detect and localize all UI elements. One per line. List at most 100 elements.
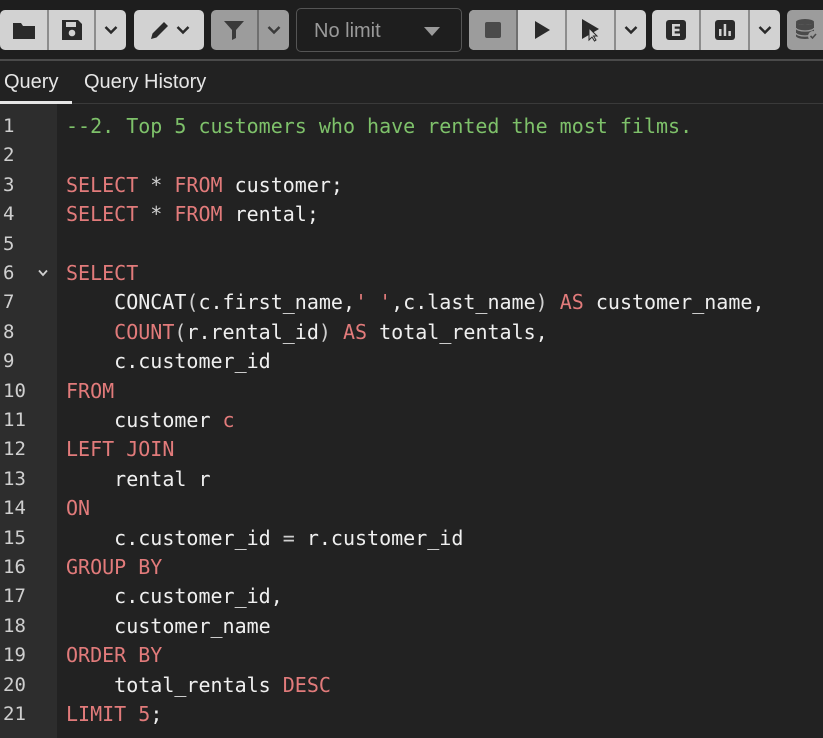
sql-token: ; <box>150 702 163 726</box>
sql-keyword: ORDER BY <box>66 643 163 668</box>
filter-button[interactable] <box>211 10 259 50</box>
line-number: 13 <box>3 467 26 490</box>
chevron-down-icon <box>104 26 118 35</box>
sql-token: ( <box>186 290 199 315</box>
line-number: 3 <box>3 173 15 196</box>
sql-token: customer_name <box>66 613 271 638</box>
sql-token: ) <box>535 290 548 315</box>
sql-keyword: SELECT <box>66 202 139 227</box>
sql-token: CONCAT <box>66 290 187 315</box>
line-number: 19 <box>3 644 26 667</box>
code-line: LIMIT 5; <box>66 700 162 729</box>
sql-token: customer_name, <box>583 290 765 315</box>
sql-token: ,c.last_name <box>391 290 536 315</box>
sql-token: ) <box>318 319 331 344</box>
sql-keyword: COUNT <box>114 319 175 344</box>
sql-token: * <box>138 172 175 197</box>
line-number: 2 <box>3 144 15 167</box>
explain-icon <box>665 20 686 40</box>
code-line: FROM <box>66 377 114 406</box>
sql-keyword: FROM <box>66 378 115 403</box>
line-number: 7 <box>3 291 15 314</box>
explain-analyze-button[interactable] <box>701 10 750 50</box>
row-limit-select[interactable]: No limit <box>296 8 462 52</box>
code-line: rental r <box>66 465 210 494</box>
line-number: 20 <box>3 673 26 696</box>
play-icon <box>534 21 550 39</box>
line-number: 10 <box>3 379 26 402</box>
stop-icon <box>484 22 501 38</box>
tab-query-history[interactable]: Query History <box>84 69 206 103</box>
code-line: ON <box>66 494 90 523</box>
code-line: SELECT * FROM customer; <box>66 171 343 200</box>
save-button[interactable] <box>49 10 96 50</box>
sql-token: = <box>282 525 295 550</box>
line-number: 6 <box>3 262 15 284</box>
file-button-group <box>0 10 126 50</box>
code-line: --2. Top 5 customers who have rented the… <box>66 112 692 141</box>
sql-token: rental; <box>222 202 319 227</box>
explain-button[interactable] <box>652 10 701 50</box>
caret-down-icon <box>424 27 440 36</box>
line-number: 16 <box>3 556 26 578</box>
toolbar: No limit <box>0 0 823 60</box>
line-number: 18 <box>3 614 26 637</box>
line-number: 17 <box>3 585 26 608</box>
filter-button-group <box>211 10 289 50</box>
sql-token: total_rentals <box>66 672 283 697</box>
execute-button[interactable] <box>518 10 567 50</box>
code-line: customer c <box>66 406 235 435</box>
line-number: 14 <box>3 497 26 520</box>
tab-query[interactable]: Query <box>4 69 58 103</box>
explain-button-group <box>652 10 780 50</box>
open-file-button[interactable] <box>0 10 49 50</box>
edit-menu-button[interactable] <box>134 10 204 50</box>
fold-chevron-icon[interactable] <box>38 269 48 277</box>
execute-button-group <box>469 10 646 50</box>
code-line: c.customer_id = r.customer_id <box>66 524 463 553</box>
code-line: c.customer_id, <box>66 582 283 611</box>
folder-icon <box>12 23 35 39</box>
sql-keyword: LEFT JOIN <box>66 437 175 462</box>
filter-options-dropdown[interactable] <box>259 10 289 50</box>
sql-keyword: LIMIT <box>66 702 127 726</box>
query-tabs: Query Query History <box>0 61 823 104</box>
code-line: customer_name <box>66 612 271 641</box>
line-number: 4 <box>3 203 15 226</box>
sql-token: * <box>138 202 175 227</box>
chevron-down-icon <box>176 26 190 35</box>
execute-script-button[interactable] <box>567 10 616 50</box>
code-line: SELECT <box>66 259 138 288</box>
commit-button-group <box>787 10 823 50</box>
filter-icon <box>224 21 244 40</box>
line-number: 11 <box>3 409 26 431</box>
code-line: ORDER BY <box>66 641 162 670</box>
sql-token: total_rentals, <box>367 319 548 344</box>
sql-token: customer <box>66 408 223 432</box>
sql-string: ' ' <box>355 290 392 315</box>
sql-number: 5 <box>138 702 151 726</box>
sql-token: c.customer_id <box>66 525 283 550</box>
save-icon <box>61 20 82 40</box>
sql-keyword: SELECT <box>66 172 139 197</box>
code-line: SELECT * FROM rental; <box>66 200 319 229</box>
sql-keyword: FROM <box>174 172 223 197</box>
sql-token: r.rental_id <box>186 319 319 344</box>
explain-options-dropdown[interactable] <box>750 10 780 50</box>
stop-button[interactable] <box>469 10 518 50</box>
commit-button[interactable] <box>787 10 823 50</box>
sql-token: c.customer_id, <box>66 584 283 609</box>
code-line: total_rentals DESC <box>66 671 331 700</box>
line-number: 5 <box>3 232 15 255</box>
row-limit-value: No limit <box>314 20 381 42</box>
sql-keyword: AS <box>559 290 584 315</box>
execute-options-dropdown[interactable] <box>616 10 646 50</box>
sql-keyword: ON <box>66 496 91 521</box>
sql-keyword: c <box>222 408 235 432</box>
sql-token: customer; <box>222 172 343 197</box>
sql-token: ( <box>174 319 187 344</box>
save-options-dropdown[interactable] <box>96 10 126 50</box>
